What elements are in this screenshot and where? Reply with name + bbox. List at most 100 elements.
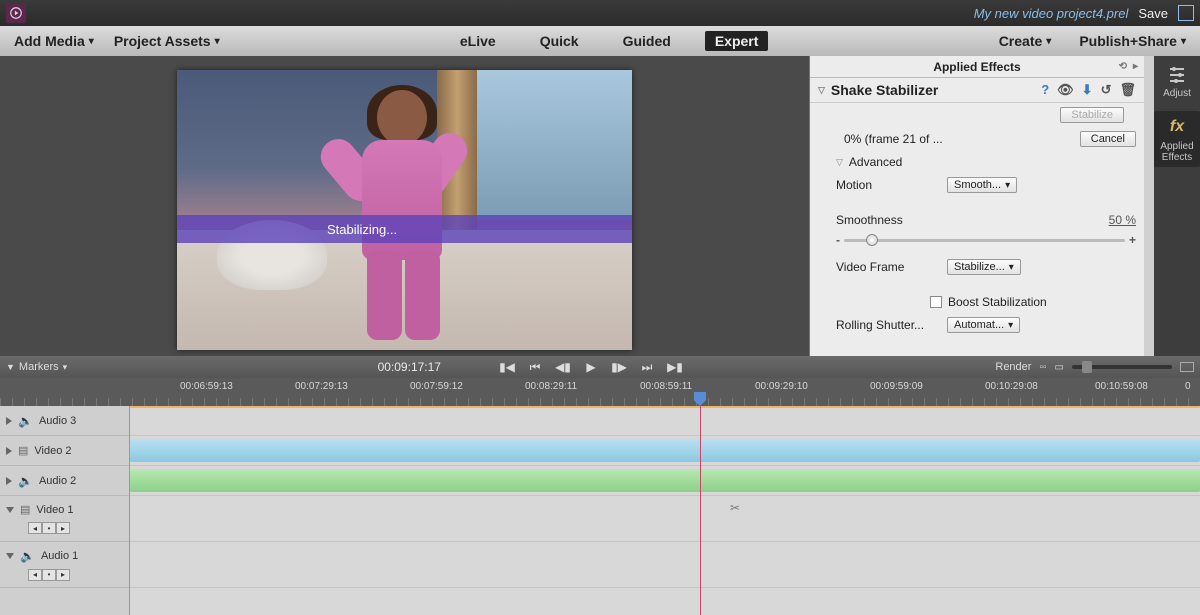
- expand-icon[interactable]: [6, 417, 12, 425]
- smoothness-value[interactable]: 50 %: [1109, 213, 1136, 227]
- next-button[interactable]: ⏭: [637, 360, 657, 375]
- track-header-video2[interactable]: ▤Video 2: [0, 436, 129, 466]
- cut-mark-icon[interactable]: ✂: [730, 501, 740, 515]
- create-label: Create: [999, 33, 1043, 49]
- track-audio3[interactable]: [130, 406, 1200, 436]
- track-header-audio1[interactable]: 🔈Audio 1 ◂•▸: [0, 542, 129, 588]
- cancel-button[interactable]: Cancel: [1080, 131, 1136, 147]
- stabilizing-overlay: Stabilizing...: [177, 215, 632, 243]
- timeline-ruler[interactable]: 00:06:59:13 00:07:29:13 00:07:59:12 00:0…: [0, 378, 1200, 406]
- menubar: Add Media▾ Project Assets▾ eLive Quick G…: [0, 26, 1200, 56]
- project-assets-menu[interactable]: Project Assets▾: [104, 26, 230, 56]
- wave-display-next[interactable]: ▸: [56, 569, 70, 581]
- tab-expert[interactable]: Expert: [705, 31, 769, 51]
- track-video1[interactable]: ✂: [130, 496, 1200, 542]
- reset-icon[interactable]: ↺: [1101, 82, 1112, 98]
- render-button[interactable]: Render: [995, 361, 1031, 373]
- stabilize-button[interactable]: Stabilize: [1060, 107, 1124, 123]
- clip-audio2[interactable]: [130, 469, 1200, 492]
- frame-display-prev[interactable]: ◂: [28, 522, 42, 534]
- boost-checkbox[interactable]: [930, 296, 942, 308]
- save-button[interactable]: Save: [1138, 6, 1168, 21]
- tracks-area[interactable]: ✂: [130, 406, 1200, 615]
- adjust-icon: [1165, 62, 1189, 86]
- adjust-tab[interactable]: Adjust: [1163, 62, 1191, 99]
- playhead-line[interactable]: [700, 406, 701, 615]
- safe-margins-icon[interactable]: ▭: [1055, 362, 1064, 373]
- transport-bar: ▼Markers▾ 00:09:17:17 ▮◀ ⏮ ◀▮ ▶ ▮▶ ⏭ ▶▮ …: [0, 356, 1200, 378]
- step-back-button[interactable]: ◀▮: [553, 360, 573, 374]
- speaker-icon[interactable]: 🔈: [18, 474, 33, 488]
- track-header-audio2[interactable]: 🔈Audio 2: [0, 466, 129, 496]
- markers-menu[interactable]: ▼Markers▾: [6, 361, 67, 373]
- effect-shake-stabilizer[interactable]: ▽ Shake Stabilizer ? 👁 ⬇ ↺ 🗑: [810, 78, 1144, 103]
- tab-elive[interactable]: eLive: [450, 31, 506, 51]
- zoom-fit-icon[interactable]: [1180, 362, 1194, 372]
- publish-share-menu[interactable]: Publish+Share▾: [1069, 26, 1196, 56]
- go-start-button[interactable]: ▮◀: [497, 360, 517, 374]
- workspace: Stabilizing... Applied Effects ⟲▸ ▽ Shak…: [0, 56, 1200, 356]
- filmstrip-icon[interactable]: ▤: [20, 503, 30, 516]
- timeline: 🔈Audio 3 ▤Video 2 🔈Audio 2 ▤Video 1 ◂•▸ …: [0, 406, 1200, 615]
- effects-scrollbar[interactable]: [1144, 56, 1154, 356]
- go-end-button[interactable]: ▶▮: [665, 360, 685, 374]
- track-header-video1[interactable]: ▤Video 1 ◂•▸: [0, 496, 129, 542]
- applied-effects-panel: Applied Effects ⟲▸ ▽ Shake Stabilizer ? …: [809, 56, 1144, 356]
- panel-icon-2[interactable]: ▸: [1133, 61, 1138, 72]
- ruler-tc: 0: [1185, 381, 1191, 392]
- eye-icon[interactable]: 👁: [1057, 82, 1074, 98]
- minus-icon[interactable]: -: [836, 233, 840, 247]
- help-icon[interactable]: ?: [1041, 82, 1049, 98]
- track-audio2[interactable]: [130, 466, 1200, 496]
- track-header-audio3[interactable]: 🔈Audio 3: [0, 406, 129, 436]
- wave-display-prev[interactable]: ◂: [28, 569, 42, 581]
- fullscreen-icon[interactable]: [1178, 5, 1194, 21]
- filmstrip-icon[interactable]: ▤: [18, 444, 28, 457]
- ruler-tc: 00:07:29:13: [295, 381, 348, 392]
- ruler-tc: 00:07:59:12: [410, 381, 463, 392]
- collapse-icon[interactable]: [6, 507, 14, 513]
- frame-display-next[interactable]: ▸: [56, 522, 70, 534]
- delete-icon[interactable]: 🗑: [1119, 82, 1136, 98]
- expand-icon[interactable]: [6, 477, 12, 485]
- ruler-tc: 00:06:59:13: [180, 381, 233, 392]
- video-frame-dropdown[interactable]: Stabilize...▾: [947, 259, 1021, 275]
- applied-effects-title: Applied Effects ⟲▸: [810, 56, 1144, 78]
- adjust-label: Adjust: [1163, 88, 1191, 99]
- publish-label: Publish+Share: [1079, 33, 1177, 49]
- play-button[interactable]: ▶: [581, 360, 601, 374]
- smoothness-slider[interactable]: - +: [810, 231, 1144, 255]
- applied-effects-tab[interactable]: fx Applied Effects: [1154, 111, 1200, 167]
- step-fwd-button[interactable]: ▮▶: [609, 360, 629, 374]
- track-audio1[interactable]: [130, 542, 1200, 588]
- panel-icon-1[interactable]: ⟲: [1119, 61, 1127, 72]
- preview-monitor[interactable]: Stabilizing...: [177, 70, 632, 350]
- speaker-icon[interactable]: 🔈: [18, 414, 33, 428]
- plus-icon[interactable]: +: [1129, 233, 1136, 247]
- advanced-toggle[interactable]: ▽ Advanced: [810, 151, 1144, 173]
- track-video2[interactable]: [130, 436, 1200, 466]
- speaker-icon[interactable]: 🔈: [20, 549, 35, 563]
- motion-dropdown[interactable]: Smooth...▾: [947, 177, 1017, 193]
- rolling-shutter-dropdown[interactable]: Automat...▾: [947, 317, 1020, 333]
- collapse-icon[interactable]: [6, 553, 14, 559]
- clip-video2[interactable]: [130, 439, 1200, 462]
- current-timecode[interactable]: 00:09:17:17: [378, 360, 441, 374]
- prev-button[interactable]: ⏮: [525, 360, 545, 375]
- fx-icon: fx: [1165, 115, 1189, 139]
- wave-display-mode[interactable]: •: [42, 569, 56, 581]
- zoom-slider[interactable]: [1072, 365, 1172, 369]
- create-menu[interactable]: Create▾: [989, 26, 1062, 56]
- frame-display-mode[interactable]: •: [42, 522, 56, 534]
- rolling-shutter-label: Rolling Shutter...: [836, 318, 941, 332]
- project-name: My new video project4.prel: [974, 6, 1129, 21]
- work-area-bar[interactable]: [130, 406, 1200, 408]
- video-frame-label: Video Frame: [836, 260, 941, 274]
- ruler-tc: 00:09:59:09: [870, 381, 923, 392]
- tab-guided[interactable]: Guided: [613, 31, 681, 51]
- fit-icon[interactable]: ▫▫: [1039, 362, 1046, 373]
- expand-icon[interactable]: [6, 447, 12, 455]
- tab-quick[interactable]: Quick: [530, 31, 589, 51]
- add-media-menu[interactable]: Add Media▾: [4, 26, 104, 56]
- link-icon[interactable]: ⬇: [1082, 82, 1093, 98]
